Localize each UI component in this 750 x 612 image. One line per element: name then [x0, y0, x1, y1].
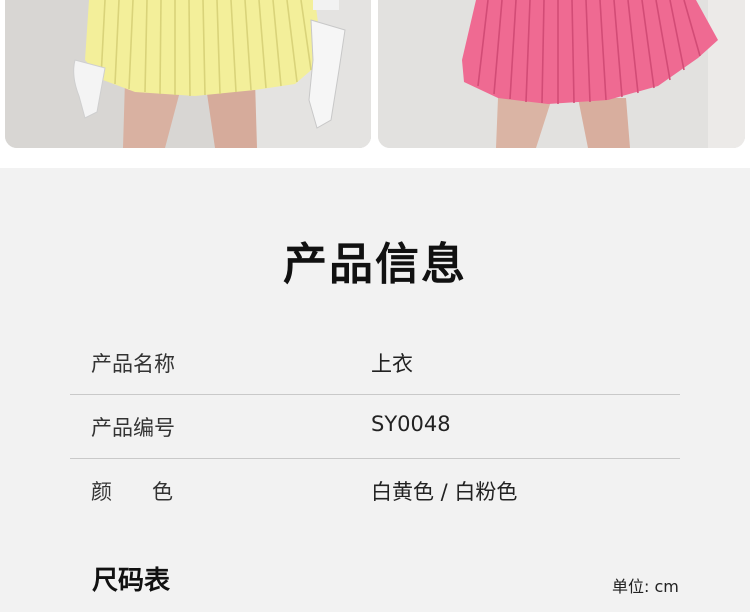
info-label: 产品名称: [91, 352, 175, 376]
size-unit-label: 单位: cm: [612, 577, 679, 596]
pink-skirt-photo: [378, 0, 745, 148]
info-label: 颜 色: [91, 480, 174, 504]
info-value: 上衣: [371, 352, 413, 376]
product-photo-band: [0, 0, 750, 168]
info-value: 白黄色 / 白粉色: [371, 480, 518, 504]
size-chart-title: 尺码表: [92, 566, 171, 596]
info-value: SY0048: [371, 412, 451, 436]
section-title: 产品信息: [283, 239, 467, 290]
yellow-skirt-photo: [5, 0, 371, 148]
product-info-row-code: 产品编号 SY0048: [70, 394, 680, 459]
product-info-row-color: 颜 色 白黄色 / 白粉色: [70, 458, 680, 522]
info-label: 产品编号: [91, 416, 175, 440]
product-info-row-name: 产品名称 上衣: [70, 330, 680, 395]
